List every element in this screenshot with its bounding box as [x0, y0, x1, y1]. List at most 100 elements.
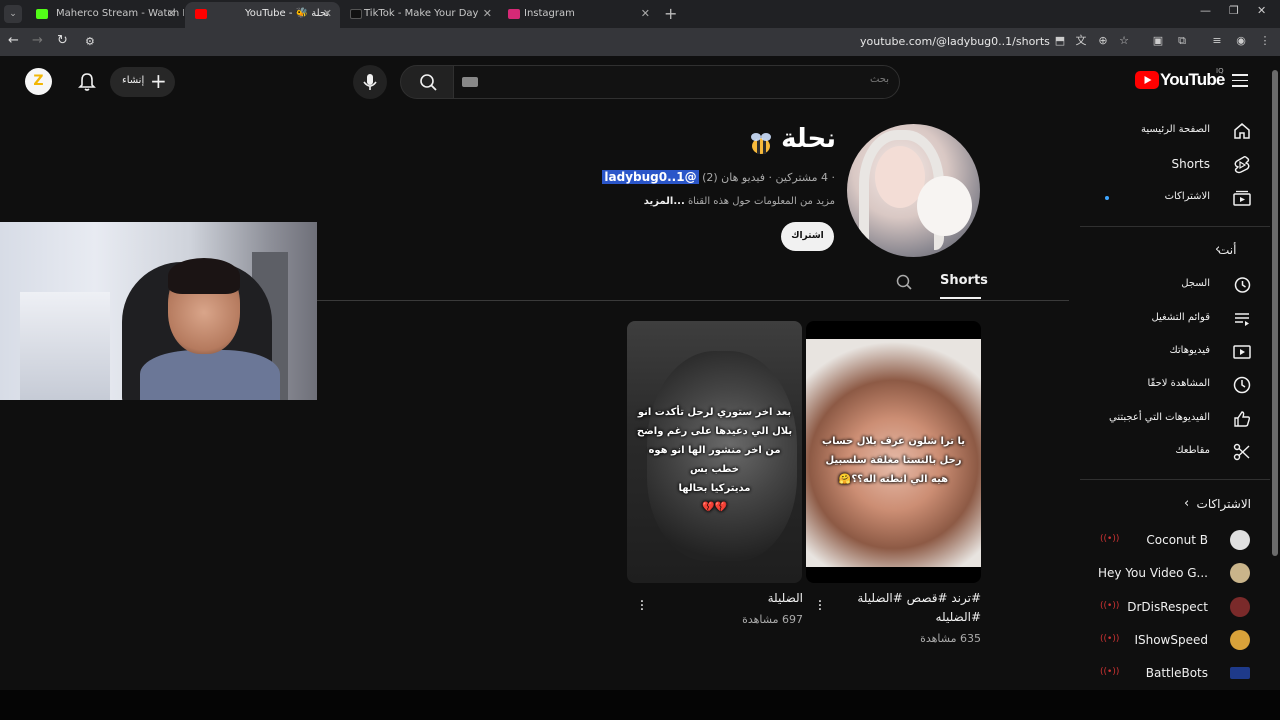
install-app-icon[interactable]: ⬒	[1053, 34, 1067, 48]
guide-item-history[interactable]: السجل	[1090, 270, 1260, 300]
channel-avatar[interactable]	[847, 124, 980, 257]
close-tab-icon[interactable]: ✕	[323, 2, 332, 26]
create-label: إنشاء	[122, 75, 145, 86]
more-actions-icon[interactable]: · · ·	[637, 595, 647, 617]
youtube-wordmark[interactable]: YouTube	[1160, 70, 1225, 90]
guide-section-subscriptions[interactable]: الاشتراكات	[1195, 497, 1251, 511]
browser-tab-maherco[interactable]: Maherco Stream - Watch Live o ✕	[26, 2, 184, 28]
plus-icon: +	[150, 69, 167, 93]
taskbar-strip	[0, 690, 1280, 720]
search-box[interactable]	[453, 65, 900, 99]
active-tab-indicator	[940, 297, 981, 299]
tab-title: YouTube - 🐝 نحلة	[245, 8, 330, 19]
subscription-name: IShowSpeed	[1134, 633, 1208, 647]
reload-icon[interactable]: ↻	[57, 33, 68, 48]
browser-tab-youtube[interactable]: YouTube - 🐝 نحلة ✕	[185, 2, 340, 28]
translate-icon[interactable]: 文	[1074, 34, 1088, 48]
kick-favicon-icon	[36, 9, 48, 19]
live-icon: ((•))	[1100, 667, 1120, 677]
guide-label: الصفحة الرئيسية	[1141, 124, 1210, 135]
home-icon	[1234, 123, 1250, 139]
browser-tab-instagram[interactable]: Instagram ✕	[500, 2, 658, 28]
short-thumbnail[interactable]: يا ترا شلون عرف بلال حساب رحل بالنستا مغ…	[806, 321, 981, 583]
guide-label: قوائم التشغيل	[1151, 312, 1210, 323]
live-icon: ((•))	[1100, 601, 1120, 611]
channel-search-icon[interactable]	[895, 273, 913, 291]
restore-icon[interactable]: ❐	[1229, 4, 1239, 17]
subscription-avatar	[1230, 530, 1250, 550]
account-avatar[interactable]: Z	[25, 68, 52, 95]
puzzle-extensions-icon[interactable]: ⧉	[1175, 34, 1189, 48]
more-actions-icon[interactable]: · · ·	[815, 595, 825, 617]
subscription-item[interactable]: Hey You Video G...	[1090, 558, 1260, 588]
close-tab-icon[interactable]: ✕	[167, 2, 176, 26]
browser-menu-icon[interactable]: ⋮	[1258, 34, 1272, 48]
reading-list-icon[interactable]: ≡	[1210, 34, 1224, 48]
browser-toolbar: ← → ↻ ⚙ youtube.com/@ladybug0..1/shorts …	[0, 28, 1280, 56]
new-tab-icon[interactable]: +	[664, 4, 677, 23]
guide-item-playlists[interactable]: قوائم التشغيل	[1090, 304, 1260, 334]
guide-label: السجل	[1181, 278, 1210, 289]
create-button[interactable]: إنشاء +	[110, 67, 175, 97]
subscription-item[interactable]: ((•)) DrDisRespect	[1090, 592, 1260, 622]
subscription-avatar	[1230, 597, 1250, 617]
clips-icon	[1233, 443, 1250, 461]
guide-menu-icon[interactable]	[1232, 74, 1248, 91]
close-tab-icon[interactable]: ✕	[641, 2, 650, 26]
guide-scrollbar[interactable]	[1272, 70, 1278, 556]
guide-divider	[1080, 226, 1270, 227]
guide-section-you[interactable]: أنت	[1218, 243, 1258, 257]
close-tab-icon[interactable]: ✕	[483, 2, 492, 26]
bookmark-star-icon[interactable]: ☆	[1117, 34, 1131, 48]
bee-emoji-icon	[751, 133, 771, 154]
keyboard-icon[interactable]	[462, 77, 478, 87]
zoom-icon[interactable]: ⊕	[1096, 34, 1110, 48]
subscription-item[interactable]: ((•)) BattleBots	[1090, 658, 1260, 688]
notifications-bell-icon[interactable]	[78, 72, 96, 96]
guide-item-subscriptions[interactable]: الاشتراكات	[1090, 183, 1260, 213]
subscription-name: Coconut B	[1146, 533, 1208, 547]
search-button[interactable]	[400, 65, 454, 99]
chevron-right-icon: ›	[1215, 242, 1221, 257]
guide-item-home[interactable]: الصفحة الرئيسية	[1090, 116, 1260, 146]
subscriptions-icon	[1233, 190, 1251, 206]
subscription-item[interactable]: ((•)) Coconut B	[1090, 525, 1260, 555]
more-link[interactable]: ...المزيد	[644, 196, 685, 207]
guide-label: الفيديوهات التي أعجبتني	[1109, 412, 1210, 423]
extension-icon[interactable]: ▣	[1151, 34, 1165, 48]
site-info-icon[interactable]: ⚙	[85, 35, 95, 48]
youtube-logo-icon[interactable]	[1135, 71, 1159, 89]
subscription-item[interactable]: ((•)) IShowSpeed	[1090, 625, 1260, 655]
tab-shorts[interactable]: Shorts	[940, 273, 988, 288]
webcam-overlay	[0, 222, 317, 400]
channel-about[interactable]: مزيد من المعلومات حول هذه القناة ...المز…	[560, 196, 835, 207]
your-videos-icon	[1233, 345, 1251, 359]
guide-item-liked[interactable]: الفيديوهات التي أعجبتني	[1090, 404, 1260, 434]
tab-search-button[interactable]: ⌄	[4, 5, 22, 23]
watch-later-icon	[1233, 376, 1251, 394]
browser-tab-tiktok[interactable]: TikTok - Make Your Day ✕	[342, 2, 500, 28]
guide-item-clips[interactable]: مقاطعك	[1090, 437, 1260, 467]
subscribe-button[interactable]: اشتراك	[781, 222, 834, 251]
short-title[interactable]: الضليلة	[650, 589, 803, 608]
subscription-name: DrDisRespect	[1127, 600, 1208, 614]
forward-icon[interactable]: →	[32, 33, 43, 48]
microphone-icon	[363, 74, 377, 90]
subscription-name: BattleBots	[1145, 666, 1208, 680]
tabs-divider	[317, 300, 1069, 301]
short-title[interactable]: #ترند #قصص #الضليلة #الضليله	[830, 589, 981, 627]
guide-item-watch-later[interactable]: المشاهدة لاحقًا	[1090, 370, 1260, 400]
guide-item-your-videos[interactable]: فيديوهاتك	[1090, 337, 1260, 367]
guide-item-shorts[interactable]: Shorts	[1090, 150, 1260, 180]
address-bar[interactable]: youtube.com/@ladybug0..1/shorts	[860, 35, 1050, 48]
short-views: 697 مشاهدة	[742, 613, 803, 626]
search-input[interactable]	[494, 74, 889, 85]
short-thumbnail[interactable]: بعد اخر ستوري لرحل تأكدت انو بلال الي دع…	[627, 321, 802, 583]
search-icon	[420, 74, 437, 91]
close-window-icon[interactable]: ✕	[1257, 4, 1266, 17]
profile-icon[interactable]: ◉	[1234, 34, 1248, 48]
minimize-icon[interactable]: —	[1200, 4, 1211, 17]
voice-search-button[interactable]	[353, 65, 387, 99]
back-icon[interactable]: ←	[8, 33, 19, 48]
country-code: IQ	[1216, 67, 1224, 75]
